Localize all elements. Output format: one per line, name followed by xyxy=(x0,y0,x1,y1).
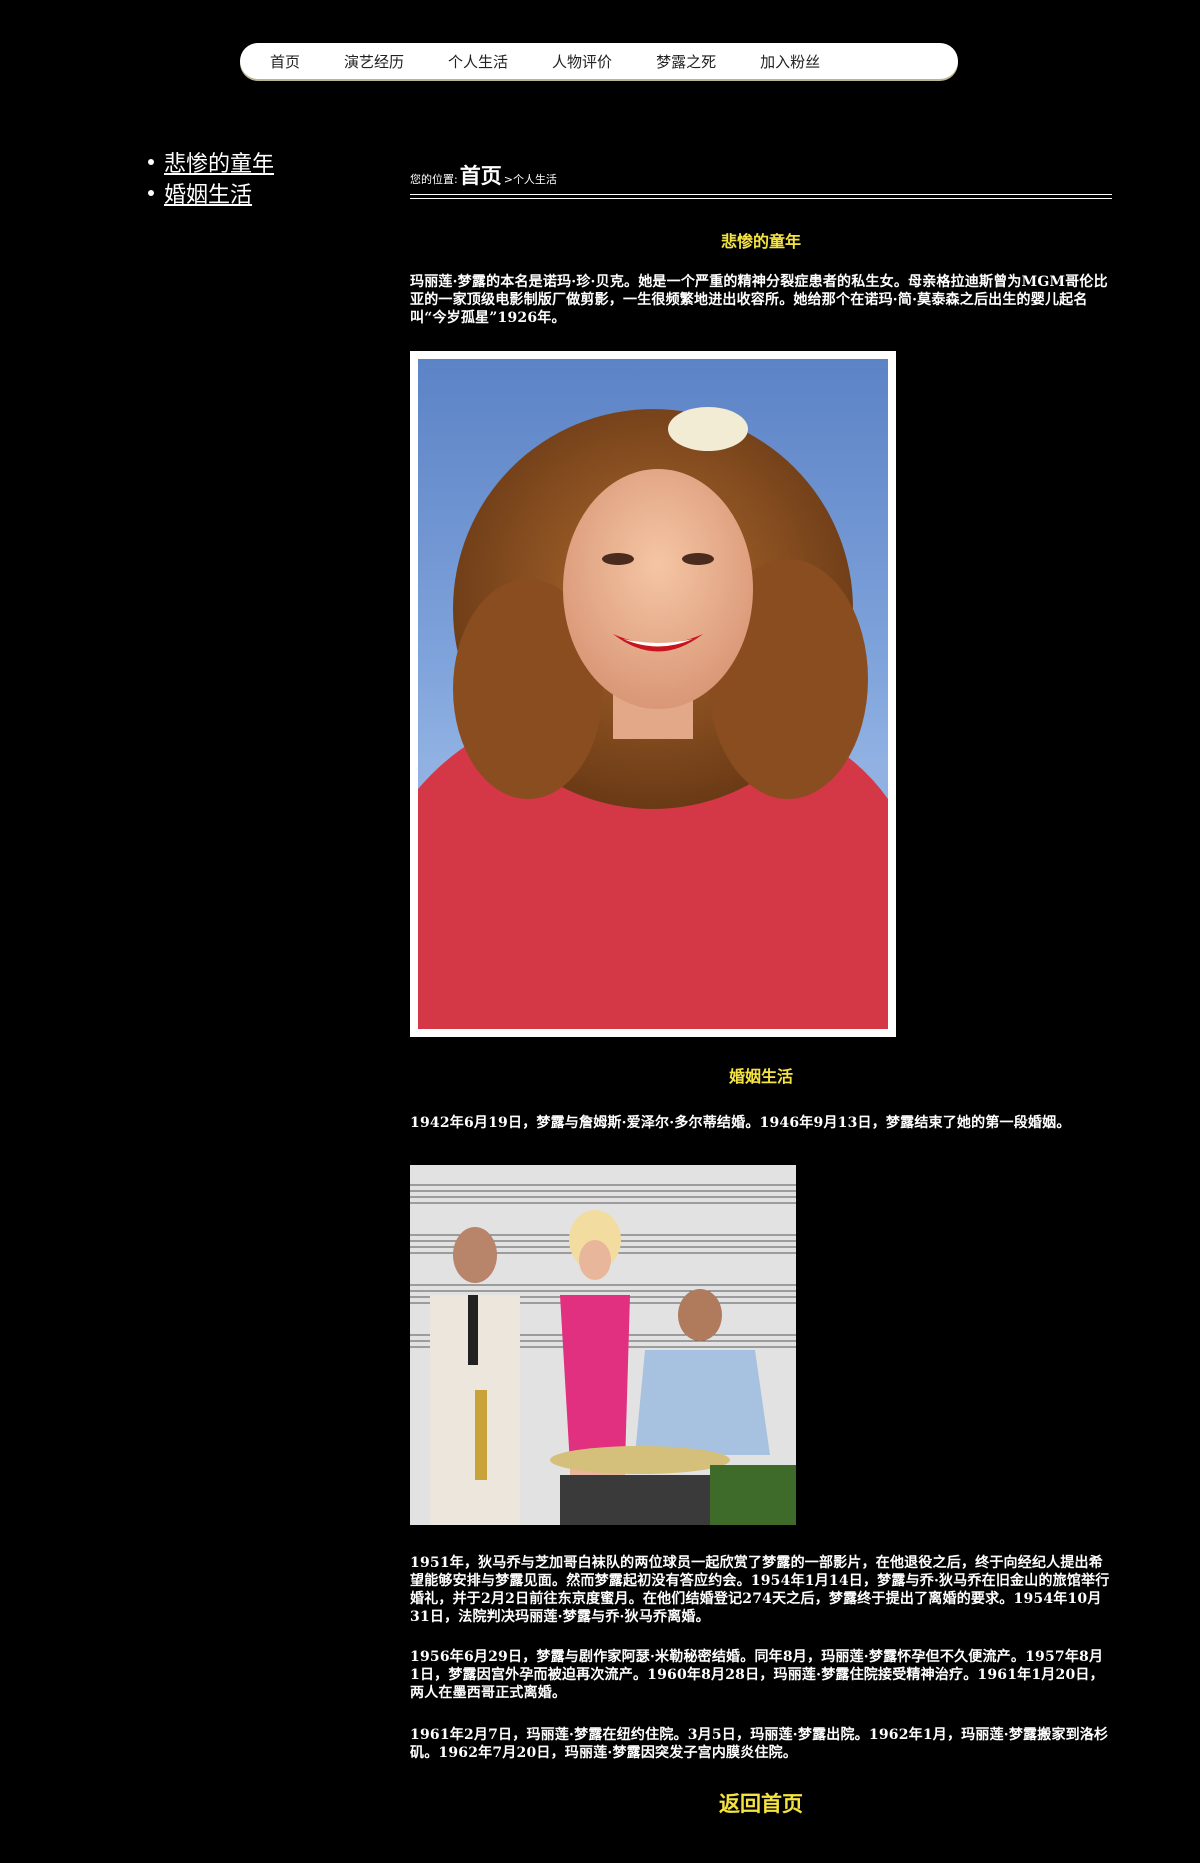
breadcrumb-home-link[interactable]: 首页 xyxy=(460,160,502,190)
nav-item-personal-life[interactable]: 个人生活 xyxy=(448,51,508,72)
nav-item-reviews[interactable]: 人物评价 xyxy=(552,51,612,72)
paragraph-marriage-dimaggio: 1951年，狄马乔与芝加哥白袜队的两位球员一起欣赏了梦露的一部影片，在他退役之后… xyxy=(410,1555,1110,1625)
nav-item-career[interactable]: 演艺经历 xyxy=(344,51,404,72)
paragraph-marriage-miller: 1956年6月29日，梦露与剧作家阿瑟·米勒秘密结婚。同年8月，玛丽莲·梦露怀孕… xyxy=(410,1649,1104,1701)
sidebar-item-marriage: 婚姻生活 xyxy=(148,177,274,208)
nav-item-death[interactable]: 梦露之死 xyxy=(656,51,716,72)
sidebar-link-marriage[interactable]: 婚姻生活 xyxy=(164,177,252,209)
top-navigation: 首页 演艺经历 个人生活 人物评价 梦露之死 加入粉丝 xyxy=(240,43,958,79)
back-home-link[interactable]: 返回首页 xyxy=(410,1788,1112,1818)
bullet-icon xyxy=(148,189,154,196)
sidebar-item-childhood: 悲惨的童年 xyxy=(148,146,274,177)
band-illustration xyxy=(410,1165,796,1525)
divider xyxy=(410,194,1112,199)
section-text-childhood: 玛丽莲·梦露的本名是诺玛·珍·贝克。她是一个严重的精神分裂症患者的私生女。母亲格… xyxy=(410,274,1108,326)
section-text-marriage: 1942年6月19日，梦露与詹姆斯·爱泽尔·多尔蒂结婚。1946年9月13日，梦… xyxy=(410,1115,1071,1131)
main-content: 您的位置: 首页 > 个人生活 悲惨的童年 玛丽莲·梦露的本名是诺玛·珍·贝克。… xyxy=(410,160,1112,1818)
breadcrumb-prefix: 您的位置: xyxy=(410,173,458,186)
breadcrumb-separator: > xyxy=(503,173,513,186)
portrait-illustration xyxy=(418,407,888,1029)
breadcrumb-current: 个人生活 xyxy=(512,173,557,186)
nav-item-join-fans[interactable]: 加入粉丝 xyxy=(760,51,820,72)
bullet-icon xyxy=(148,158,154,165)
nav-item-home[interactable]: 首页 xyxy=(270,51,300,72)
breadcrumb: 您的位置: 首页 > 个人生活 xyxy=(410,160,1112,190)
band-photo xyxy=(410,1165,796,1525)
sidebar-menu: 悲惨的童年 婚姻生活 xyxy=(148,146,274,208)
paragraph-later-years: 1961年2月7日，玛丽莲·梦露在纽约住院。3月5日，玛丽莲·梦露出院。1962… xyxy=(410,1727,1109,1761)
section-title-marriage: 婚姻生活 xyxy=(728,1067,793,1086)
sidebar-link-childhood[interactable]: 悲惨的童年 xyxy=(164,146,274,178)
section-title-childhood: 悲惨的童年 xyxy=(720,232,801,251)
portrait-photo xyxy=(410,351,896,1037)
